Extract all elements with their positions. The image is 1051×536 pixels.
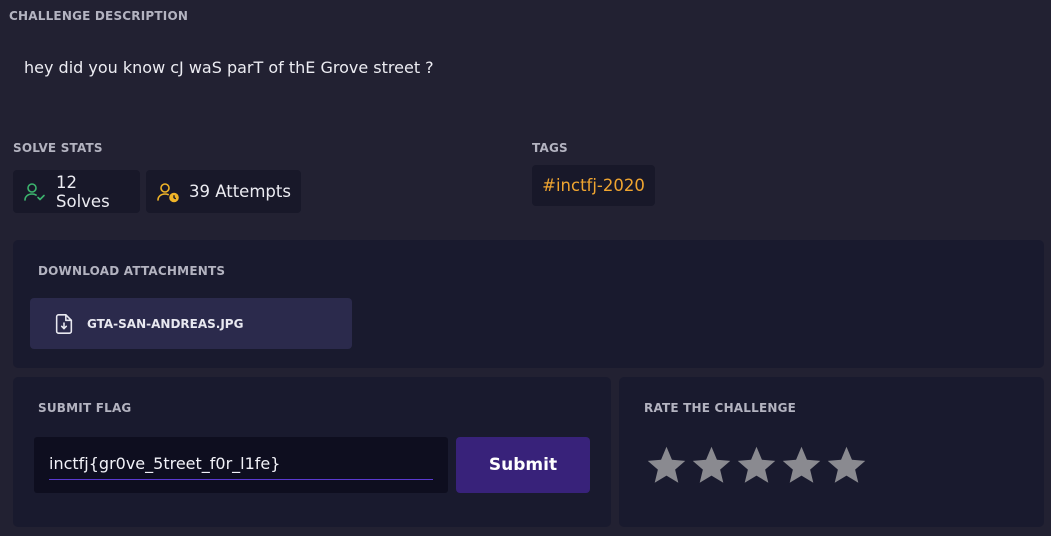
submit-button[interactable]: Submit	[456, 437, 590, 493]
star-icon[interactable]	[779, 443, 824, 488]
star-icon[interactable]	[689, 443, 734, 488]
flag-input-container	[34, 437, 448, 493]
file-download-icon	[53, 313, 75, 335]
solves-stat: 12 Solves	[13, 170, 140, 213]
tag-chip[interactable]: #inctfj-2020	[532, 165, 655, 206]
solve-stats-heading: SOLVE STATS	[13, 141, 103, 155]
submit-flag-panel: SUBMIT FLAG Submit	[13, 377, 611, 527]
challenge-description-text: hey did you know cJ waS parT of thE Grov…	[24, 58, 434, 77]
star-icon[interactable]	[644, 443, 689, 488]
star-icon[interactable]	[824, 443, 869, 488]
attempts-stat: 39 Attempts	[146, 170, 301, 213]
flag-input[interactable]	[49, 447, 433, 480]
attachment-download-button[interactable]: GTA-SAN-ANDREAS.JPG	[30, 298, 352, 349]
download-attachments-heading: DOWNLOAD ATTACHMENTS	[38, 264, 226, 278]
rate-challenge-heading: RATE THE CHALLENGE	[644, 401, 797, 415]
attempts-count: 39 Attempts	[189, 182, 291, 201]
challenge-page: CHALLENGE DESCRIPTION hey did you know c…	[0, 0, 1051, 536]
user-check-icon	[23, 180, 47, 204]
attachment-file-name: GTA-SAN-ANDREAS.JPG	[87, 316, 244, 331]
user-clock-icon	[156, 180, 180, 204]
rate-challenge-panel: RATE THE CHALLENGE	[619, 377, 1044, 527]
star-rating	[644, 443, 869, 488]
solves-count: 12 Solves	[56, 172, 110, 211]
tags-heading: TAGS	[532, 141, 568, 155]
submit-flag-heading: SUBMIT FLAG	[38, 401, 132, 415]
star-icon[interactable]	[734, 443, 779, 488]
challenge-description-heading: CHALLENGE DESCRIPTION	[9, 9, 189, 23]
download-attachments-panel: DOWNLOAD ATTACHMENTS GTA-SAN-ANDREAS.JPG	[13, 240, 1044, 368]
